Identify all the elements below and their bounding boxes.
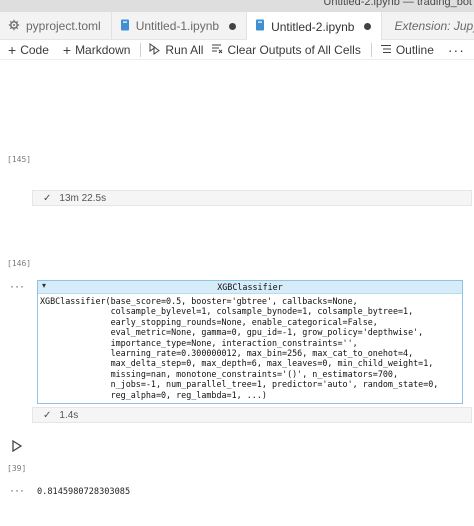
- toolbar-divider: [140, 42, 142, 57]
- notebook-icon: [255, 19, 265, 34]
- run-all-button[interactable]: Run All: [149, 42, 203, 58]
- tab-untitled-1[interactable]: Untitled-1.ipynb: [112, 12, 248, 40]
- checkmark-icon: ✓: [43, 192, 52, 204]
- cell-duration: 13m 22.5s: [59, 192, 107, 204]
- code-line: colsample_bylevel=1, colsample_bynode=1,…: [40, 306, 414, 317]
- clear-outputs-button[interactable]: Clear Outputs of All Cells: [211, 42, 361, 58]
- outline-button[interactable]: Outline: [380, 42, 434, 58]
- code-line: learning_rate=0.300000012, max_bin=256, …: [40, 348, 414, 359]
- code-line: max_delta_step=0, max_depth=6, max_leave…: [40, 358, 434, 369]
- add-code-cell-button[interactable]: + Code: [8, 42, 49, 58]
- checkmark-icon: ✓: [43, 409, 52, 421]
- more-icon: ···: [447, 41, 465, 58]
- markdown-label: Markdown: [75, 42, 131, 57]
- cell-status-bar: ✓ 1.4s: [32, 407, 472, 423]
- output-menu-icon[interactable]: ···: [10, 279, 25, 293]
- widget-header[interactable]: ▾ XGBClassifier: [38, 281, 462, 294]
- clear-all-icon: [211, 42, 223, 58]
- output-menu-icon[interactable]: ···: [10, 483, 25, 497]
- plus-icon: +: [62, 41, 72, 58]
- tab-extension-jupyter[interactable]: Extension: Jupyter: [382, 12, 474, 40]
- code-line: n_jobs=-1, num_parallel_tree=1, predicto…: [40, 379, 439, 390]
- code-line: XGBClassifier(base_score=0.5, booster='g…: [40, 296, 358, 306]
- tab-label: Untitled-2.ipynb: [271, 19, 355, 34]
- code-line: reg_alpha=0, reg_lambda=1, ...): [40, 389, 267, 400]
- editor-tab-bar: pyproject.toml Untitled-1.ipynb Untitled…: [0, 12, 474, 41]
- code-line: missing=nan, monotone_constraints='()', …: [40, 368, 398, 379]
- cell-output-value: 0.8145980728303085: [37, 487, 131, 497]
- outline-list-icon: [380, 42, 392, 58]
- tab-pyproject[interactable]: pyproject.toml: [0, 12, 112, 40]
- clear-outputs-label: Clear Outputs of All Cells: [227, 42, 361, 57]
- xgbclassifier-output-widget: ▾ XGBClassifier XGBClassifier(base_score…: [37, 280, 463, 404]
- code-line: early_stopping_rounds=None, enable_categ…: [40, 316, 378, 327]
- unsaved-dot-icon[interactable]: [364, 23, 372, 30]
- unsaved-dot-icon[interactable]: [229, 22, 237, 30]
- run-all-label: Run All: [165, 42, 204, 57]
- cell-duration: 1.4s: [59, 409, 79, 421]
- tab-label: pyproject.toml: [26, 19, 101, 33]
- add-markdown-cell-button[interactable]: + Markdown: [63, 42, 131, 58]
- widget-title: XGBClassifier: [217, 282, 283, 292]
- toolbar-divider: [370, 42, 372, 57]
- code-line: eval_metric=None, gamma=0, gpu_id=-1, gr…: [40, 327, 424, 338]
- plus-icon: +: [8, 41, 17, 58]
- play-icon: [12, 439, 23, 453]
- tab-label: Untitled-1.ipynb: [135, 19, 220, 33]
- code-line: importance_type=None, interaction_constr…: [40, 337, 358, 348]
- more-actions-button[interactable]: ···: [448, 42, 465, 58]
- window-titlebar: Untitled-2.ipynb — trading_bot: [0, 0, 474, 12]
- run-all-icon: [149, 42, 161, 58]
- outline-label: Outline: [395, 42, 434, 57]
- code-label: Code: [20, 42, 49, 57]
- tab-label: Extension: Jupyter: [394, 19, 474, 33]
- notebook-toolbar: + Code + Markdown Run All Clear Outputs …: [0, 40, 474, 60]
- widget-body: XGBClassifier(base_score=0.5, booster='g…: [38, 294, 462, 400]
- notebook-icon: [120, 19, 130, 34]
- window-title: Untitled-2.ipynb — trading_bot: [323, 0, 472, 8]
- collapse-triangle-icon[interactable]: ▾: [42, 281, 46, 290]
- tab-untitled-2[interactable]: Untitled-2.ipynb: [247, 12, 383, 41]
- cell-execution-count: [146]: [7, 259, 32, 268]
- cell-execution-count: [39]: [7, 464, 27, 473]
- run-cell-button[interactable]: [12, 439, 23, 455]
- cell-execution-count: [145]: [7, 155, 32, 164]
- settings-file-icon: [8, 19, 20, 34]
- cell-status-bar: ✓ 13m 22.5s: [32, 190, 472, 206]
